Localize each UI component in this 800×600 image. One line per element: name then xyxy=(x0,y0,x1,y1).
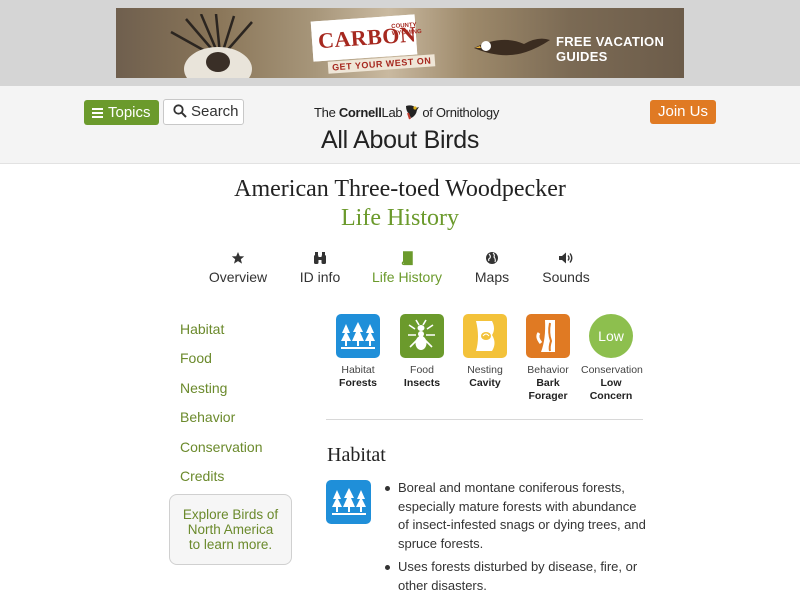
section-divider xyxy=(326,419,643,420)
sidebar-link-nesting[interactable]: Nesting xyxy=(180,380,227,396)
carbon-county-logo: CARBON COUNTY WYOMING xyxy=(310,14,422,62)
explore-birds-box[interactable]: Explore Birds of North America to learn … xyxy=(169,494,292,565)
fact-category: Behavior xyxy=(527,364,569,376)
join-us-button[interactable]: Join Us xyxy=(650,100,716,124)
bird-logo-icon xyxy=(406,105,420,120)
ad-county: COUNTY WYOMING xyxy=(391,22,422,38)
species-tabs: Overview ID info Life History Maps Sound… xyxy=(0,250,800,290)
logo-cornell: Cornell xyxy=(338,105,382,120)
star-icon xyxy=(231,252,245,264)
fact-category: Food xyxy=(410,364,434,376)
globe-icon xyxy=(486,252,498,264)
fact-value: Insects xyxy=(403,377,441,389)
site-title[interactable]: All About Birds xyxy=(0,126,800,155)
quick-fact-behavior[interactable]: Behavior Bark Forager xyxy=(518,314,578,403)
tab-label: Maps xyxy=(474,269,510,285)
speaker-icon xyxy=(559,252,573,264)
logo-pre: The xyxy=(314,105,339,120)
search-label: Search xyxy=(191,103,239,120)
insect-icon xyxy=(400,314,444,358)
topics-label: Topics xyxy=(108,104,151,121)
sage-grouse-image xyxy=(170,14,253,78)
explore-line: Explore Birds of xyxy=(182,507,279,522)
cornell-lab-logo[interactable]: The CornellLab of Ornithology xyxy=(314,102,499,122)
ad-cta[interactable]: FREE VACATION GUIDES xyxy=(556,34,684,64)
sidebar-link-food[interactable]: Food xyxy=(180,350,212,366)
eagle-image xyxy=(474,38,550,56)
species-name: American Three-toed Woodpecker xyxy=(234,176,566,202)
tab-label: ID info xyxy=(299,269,341,285)
quick-fact-food[interactable]: Food Insects xyxy=(392,314,452,390)
topics-button[interactable]: Topics xyxy=(84,100,159,125)
tab-label: Life History xyxy=(371,269,443,285)
forest-icon xyxy=(326,480,371,524)
search-button[interactable]: Search xyxy=(163,99,244,125)
explore-line: North America xyxy=(187,522,274,537)
fact-value: Bark Forager xyxy=(528,377,568,402)
search-icon xyxy=(173,104,187,118)
sidebar-link-habitat[interactable]: Habitat xyxy=(180,321,224,337)
logo-lab: Lab xyxy=(381,105,403,120)
quick-fact-conservation[interactable]: Low Conservation Low Concern xyxy=(581,314,643,403)
habitat-heading: Habitat xyxy=(327,444,386,466)
bark-icon xyxy=(526,314,570,358)
list-item: Boreal and montane coniferous forests, e… xyxy=(383,479,648,553)
tab-life-history[interactable]: Life History xyxy=(370,250,444,285)
tab-label: Sounds xyxy=(542,269,590,285)
forest-icon xyxy=(336,314,380,358)
sidebar-link-credits[interactable]: Credits xyxy=(180,468,224,484)
tab-sounds[interactable]: Sounds xyxy=(540,250,592,285)
fact-value: Low Concern xyxy=(589,377,633,402)
fact-value: Forests xyxy=(339,377,377,389)
tab-label: Overview xyxy=(208,269,268,285)
quick-fact-habitat[interactable]: Habitat Forests xyxy=(328,314,388,390)
habitat-list: Boreal and montane coniferous forests, e… xyxy=(383,479,648,600)
site-header: Topics Search The CornellLab of Ornitholo… xyxy=(0,86,800,164)
ad-banner[interactable]: CARBON COUNTY WYOMING GET YOUR WEST ON F… xyxy=(116,8,684,78)
page-subtitle: Life History xyxy=(341,205,459,231)
tab-overview[interactable]: Overview xyxy=(208,250,268,285)
quick-fact-nesting[interactable]: Nesting Cavity xyxy=(455,314,515,390)
tab-id-info[interactable]: ID info xyxy=(295,250,345,285)
explore-line: to learn more. xyxy=(188,537,273,552)
book-icon xyxy=(401,251,413,266)
ad-band: CARBON COUNTY WYOMING GET YOUR WEST ON F… xyxy=(0,0,800,86)
menu-icon xyxy=(92,108,103,118)
fact-category: Habitat xyxy=(341,364,375,376)
sidebar-link-conservation[interactable]: Conservation xyxy=(180,439,263,455)
cavity-icon xyxy=(463,314,507,358)
list-item: Uses forests disturbed by disease, fire,… xyxy=(383,558,648,595)
tab-maps[interactable]: Maps xyxy=(472,250,512,285)
fact-value: Cavity xyxy=(469,377,501,389)
fact-category: Conservation xyxy=(581,364,643,376)
binoculars-icon xyxy=(314,252,326,264)
sidebar-link-behavior[interactable]: Behavior xyxy=(180,409,235,425)
low-concern-badge: Low xyxy=(589,314,633,358)
logo-post: of Ornithology xyxy=(422,105,500,120)
fact-category: Nesting xyxy=(467,364,503,376)
